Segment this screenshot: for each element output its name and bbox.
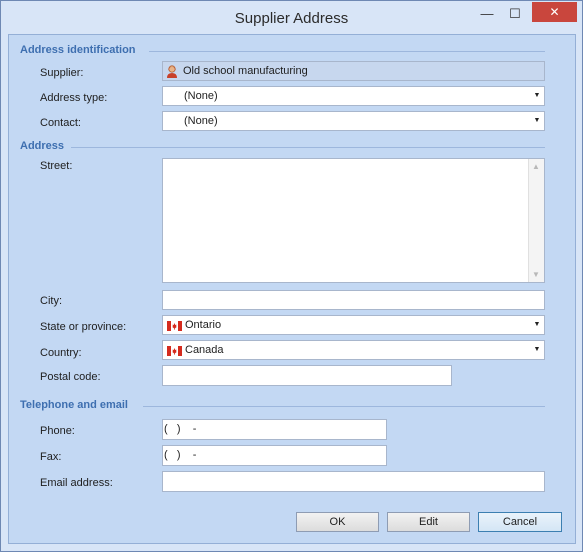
edit-button[interactable]: Edit: [387, 512, 470, 532]
chevron-down-icon[interactable]: ▼: [530, 87, 544, 105]
email-input[interactable]: [162, 471, 545, 492]
canada-flag-icon: [167, 346, 182, 356]
country-dropdown[interactable]: Canada ▼: [162, 340, 545, 360]
phone-input[interactable]: ( ) -: [162, 419, 387, 440]
state-value: Ontario: [185, 319, 222, 331]
city-input[interactable]: [162, 290, 545, 310]
chevron-down-icon[interactable]: ▼: [530, 341, 544, 359]
chevron-down-icon[interactable]: ▼: [530, 316, 544, 334]
supplier-field: Old school manufacturing: [162, 61, 545, 81]
city-label: City:: [40, 295, 62, 307]
ok-button[interactable]: OK: [296, 512, 379, 532]
country-value: Canada: [185, 344, 224, 356]
contact-label: Contact:: [40, 117, 81, 129]
dialog-window: Supplier Address — ☐ ✕ Address identific…: [0, 0, 583, 552]
close-button[interactable]: ✕: [532, 2, 577, 22]
cancel-button[interactable]: Cancel: [478, 512, 562, 532]
chevron-down-icon[interactable]: ▼: [530, 112, 544, 130]
address-type-dropdown[interactable]: (None) ▼: [162, 86, 545, 106]
street-scrollbar[interactable]: ▲ ▼: [528, 159, 544, 282]
section-divider: [71, 147, 545, 148]
fax-label: Fax:: [40, 451, 62, 463]
supplier-label: Supplier:: [40, 67, 84, 79]
street-textarea[interactable]: ▲ ▼: [162, 158, 545, 283]
section-address: Address: [20, 140, 65, 152]
postal-code-label: Postal code:: [40, 371, 101, 383]
state-label: State or province:: [40, 321, 127, 333]
address-type-value: (None): [184, 90, 218, 102]
title-bar[interactable]: Supplier Address — ☐ ✕: [1, 1, 582, 35]
supplier-value: Old school manufacturing: [183, 65, 308, 77]
country-label: Country:: [40, 347, 82, 359]
fax-value: ( ) -: [164, 449, 197, 461]
section-address-identification: Address identification: [20, 44, 136, 56]
section-divider: [149, 51, 545, 52]
minimize-button[interactable]: —: [473, 1, 501, 27]
fax-input[interactable]: ( ) -: [162, 445, 387, 466]
scroll-up-icon[interactable]: ▲: [532, 162, 540, 171]
postal-code-input[interactable]: [162, 365, 452, 386]
scroll-down-icon[interactable]: ▼: [532, 270, 540, 279]
contact-value: (None): [184, 115, 218, 127]
contact-dropdown[interactable]: (None) ▼: [162, 111, 545, 131]
maximize-button[interactable]: ☐: [501, 1, 529, 27]
phone-label: Phone:: [40, 425, 75, 437]
section-telephone-email: Telephone and email: [20, 399, 128, 411]
person-icon: [166, 65, 178, 79]
canada-flag-icon: [167, 321, 182, 331]
phone-value: ( ) -: [164, 423, 197, 435]
state-dropdown[interactable]: Ontario ▼: [162, 315, 545, 335]
street-label: Street:: [40, 160, 73, 172]
dialog-body: Address identification Supplier: Old sch…: [8, 34, 576, 544]
section-divider: [143, 406, 545, 407]
email-label: Email address:: [40, 477, 113, 489]
address-type-label: Address type:: [40, 92, 108, 104]
